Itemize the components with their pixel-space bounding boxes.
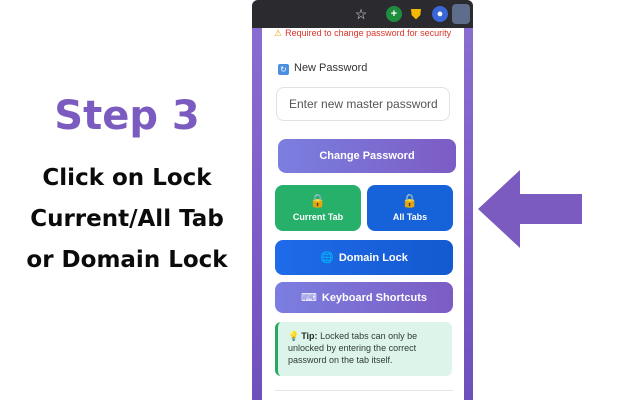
divider: [275, 390, 453, 391]
lock-icon: 🔒: [309, 193, 327, 208]
step-description: Click on Lock Current/All Tab or Domain …: [0, 158, 254, 281]
step-description-line: Click on Lock: [42, 165, 212, 191]
globe-icon: 🌐: [320, 252, 334, 264]
change-password-button[interactable]: Change Password: [278, 139, 456, 173]
step-title: Step 3: [54, 93, 200, 139]
shield-extension-icon[interactable]: ⛊: [408, 6, 424, 22]
lightbulb-icon: 💡: [288, 331, 300, 341]
new-password-input[interactable]: [276, 87, 450, 121]
lock-icon: 🔒: [401, 193, 419, 208]
extension-popup: ⚠ Required to change password for securit…: [262, 28, 464, 400]
tip-title: Tip:: [301, 331, 318, 341]
extension-green-icon[interactable]: +: [386, 6, 402, 22]
domain-lock-label: Domain Lock: [338, 252, 408, 264]
warning-text: Required to change password for security: [285, 28, 452, 38]
keyboard-icon: ⌨: [300, 292, 317, 304]
step-description-line: Current/All Tab: [30, 206, 224, 232]
star-icon[interactable]: ☆: [353, 6, 369, 22]
extension-round-icon[interactable]: ●: [432, 6, 448, 22]
lock-current-tab-button[interactable]: 🔒 Current Tab: [275, 185, 361, 231]
extension-window: ☆ + ⛊ ● ⚠ Required to change password for…: [252, 0, 473, 400]
keyboard-shortcuts-button[interactable]: ⌨ Keyboard Shortcuts: [275, 282, 453, 313]
left-arrow-icon: [478, 170, 582, 248]
keyboard-shortcuts-label: Keyboard Shortcuts: [321, 292, 428, 304]
new-password-label: ↻ New Password: [278, 62, 367, 75]
lock-all-tabs-button[interactable]: 🔒 All Tabs: [367, 185, 453, 231]
browser-toolbar: ☆ + ⛊ ●: [252, 0, 473, 28]
warning-message: ⚠ Required to change password for securit…: [274, 28, 459, 39]
current-tab-label: Current Tab: [292, 212, 344, 222]
refresh-icon: ↻: [278, 64, 289, 75]
warning-icon: ⚠: [274, 28, 283, 38]
new-password-label-text: New Password: [294, 62, 368, 74]
step-description-line: or Domain Lock: [26, 247, 228, 273]
all-tabs-label: All Tabs: [392, 212, 428, 222]
active-extension-icon[interactable]: [452, 4, 470, 24]
domain-lock-button[interactable]: 🌐 Domain Lock: [275, 240, 453, 275]
tip-box: 💡 Tip: Locked tabs can only be unlocked b…: [275, 322, 452, 376]
